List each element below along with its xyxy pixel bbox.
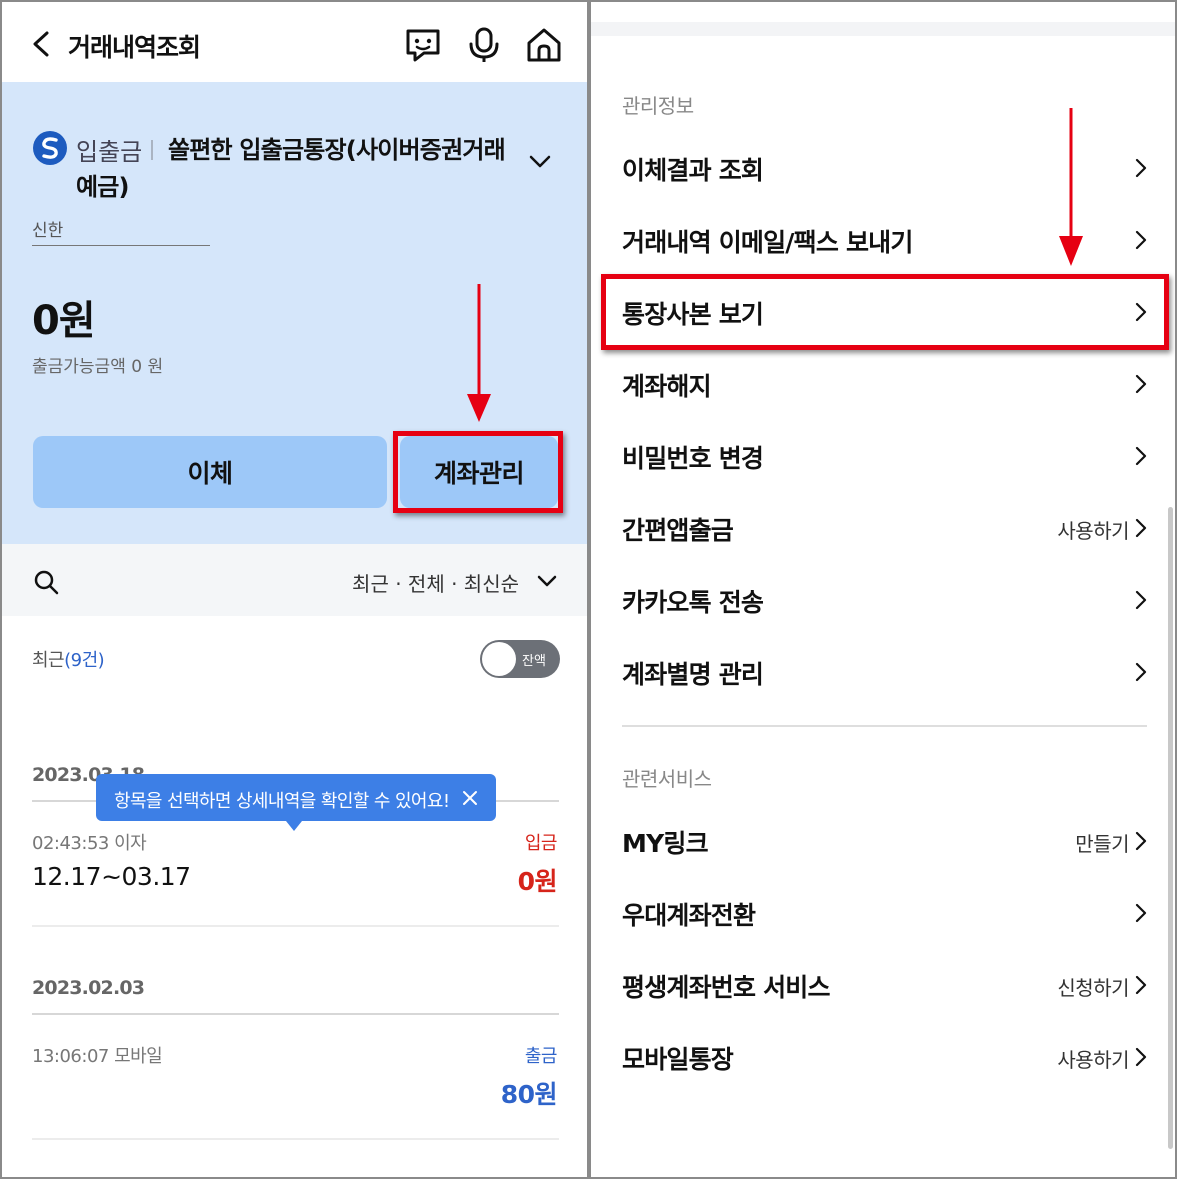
transaction-description: 12.17~03.17 [32,862,191,891]
shinhan-logo-icon [33,131,67,165]
toggle-label: 잔액 [522,654,546,669]
highlight-box [601,274,1169,350]
menu-label: 비밀번호 변경 [622,444,764,473]
toggle-knob [482,642,516,676]
chatbot-icon[interactable] [404,26,442,64]
left-screen: 거래내역조회 입출금 쏠편한 입출금통장(사이버증권거래예금) 신한 0원 출금… [0,0,589,1179]
menu-item-email-fax[interactable]: 거래내역 이메일/팩스 보내기 [591,208,1175,272]
chevron-right-icon [1135,903,1147,923]
item-divider [32,925,559,927]
balance-toggle[interactable]: 잔액 [480,640,560,678]
recent-count: (9건) [64,650,105,671]
chevron-right-icon [1135,230,1147,250]
chevron-right-icon [1135,518,1147,538]
menu-label: 이체결과 조회 [622,156,764,185]
transaction-type: 출금 [524,1046,558,1067]
balance-amount: 0원 [32,298,96,344]
chevron-down-icon[interactable] [536,574,558,588]
transaction-time: 13:06:07 모바일 [32,1046,163,1067]
menu-label: 거래내역 이메일/팩스 보내기 [622,228,913,257]
menu-label: 계좌별명 관리 [622,660,764,689]
page-title: 거래내역조회 [68,33,201,62]
menu-item-easy-app-withdraw[interactable]: 간편앱출금 사용하기 [591,496,1175,560]
date-divider [32,1013,559,1015]
chevron-right-icon [1135,374,1147,394]
menu-item-my-link[interactable]: MY링크 만들기 [591,809,1175,873]
tooltip-text: 항목을 선택하면 상세내역을 확인할 수 있어요! [114,791,450,812]
account-name[interactable]: 쏠편한 입출금통장(사이버증권거래예금) [76,132,516,206]
filter-options[interactable]: 최근 · 전체 · 최신순 [352,568,519,597]
recent-label: 최근 [32,650,65,671]
chevron-down-icon[interactable] [528,154,552,170]
menu-label: 계좌해지 [622,372,712,401]
menu-item-transfer-result[interactable]: 이체결과 조회 [591,136,1175,200]
menu-item-close-account[interactable]: 계좌해지 [591,352,1175,416]
menu-item-mobile-bankbook[interactable]: 모바일통장 사용하기 [591,1025,1175,1089]
menu-label: 간편앱출금 [622,516,734,545]
item-divider [32,1138,559,1140]
section-label: 관리정보 [622,94,694,118]
transaction-amount: 80원 [500,1080,558,1109]
menu-item-change-password[interactable]: 비밀번호 변경 [591,424,1175,488]
available-amount: 출금가능금액 0 원 [32,357,164,377]
chevron-right-icon [1135,831,1147,851]
microphone-icon[interactable] [465,26,503,64]
menu-item-kakaotalk-send[interactable]: 카카오톡 전송 [591,568,1175,632]
menu-item-account-nickname[interactable]: 계좌별명 관리 [591,640,1175,704]
transaction-type: 입금 [524,833,558,854]
scrollbar[interactable] [1168,507,1173,1149]
chevron-right-icon [1135,158,1147,178]
section-divider [622,725,1147,727]
menu-label: 카카오톡 전송 [622,588,764,617]
annotation-arrow [1059,108,1083,266]
chevron-right-icon [1135,1047,1147,1067]
header-strip [591,22,1175,36]
top-bar: 거래내역조회 [2,2,587,82]
transfer-button[interactable]: 이체 [33,436,387,508]
chevron-right-icon [1135,975,1147,995]
transaction-time: 02:43:53 이자 [32,833,147,854]
date-header: 2023.02.03 [32,977,145,999]
transaction-amount: 0원 [517,867,558,896]
menu-action: 신청하기 [1057,976,1129,1000]
chevron-right-icon [1135,446,1147,466]
menu-item-preferred-account[interactable]: 우대계좌전환 [591,881,1175,945]
back-arrow-icon[interactable] [30,30,54,58]
menu-label: MY링크 [622,829,709,858]
filter-bar: 최근 · 전체 · 최신순 [2,544,587,616]
menu-label: 평생계좌번호 서비스 [622,973,831,1002]
menu-action: 만들기 [1075,832,1129,856]
home-icon[interactable] [525,26,563,64]
chevron-right-icon [1135,662,1147,682]
menu-action: 사용하기 [1057,519,1129,543]
right-screen: 관리정보 이체결과 조회 거래내역 이메일/팩스 보내기 통장사본 보기 계좌해… [589,0,1177,1179]
account-card: 입출금 쏠편한 입출금통장(사이버증권거래예금) 신한 0원 출금가능금액 0 … [2,82,587,544]
menu-label: 모바일통장 [622,1045,734,1074]
chevron-right-icon [1135,590,1147,610]
tooltip-tail [286,821,302,831]
highlight-box [393,431,563,513]
section-label: 관련서비스 [622,767,712,791]
recent-count-label: 최근(9건) [32,646,105,672]
close-icon[interactable] [462,790,478,806]
annotation-arrow [467,284,491,422]
search-icon[interactable] [32,568,60,596]
menu-label: 우대계좌전환 [622,901,756,930]
hint-tooltip: 항목을 선택하면 상세내역을 확인할 수 있어요! [96,774,496,831]
menu-item-lifetime-account[interactable]: 평생계좌번호 서비스 신청하기 [591,953,1175,1017]
bank-name: 신한 [32,216,210,246]
menu-action: 사용하기 [1057,1048,1129,1072]
